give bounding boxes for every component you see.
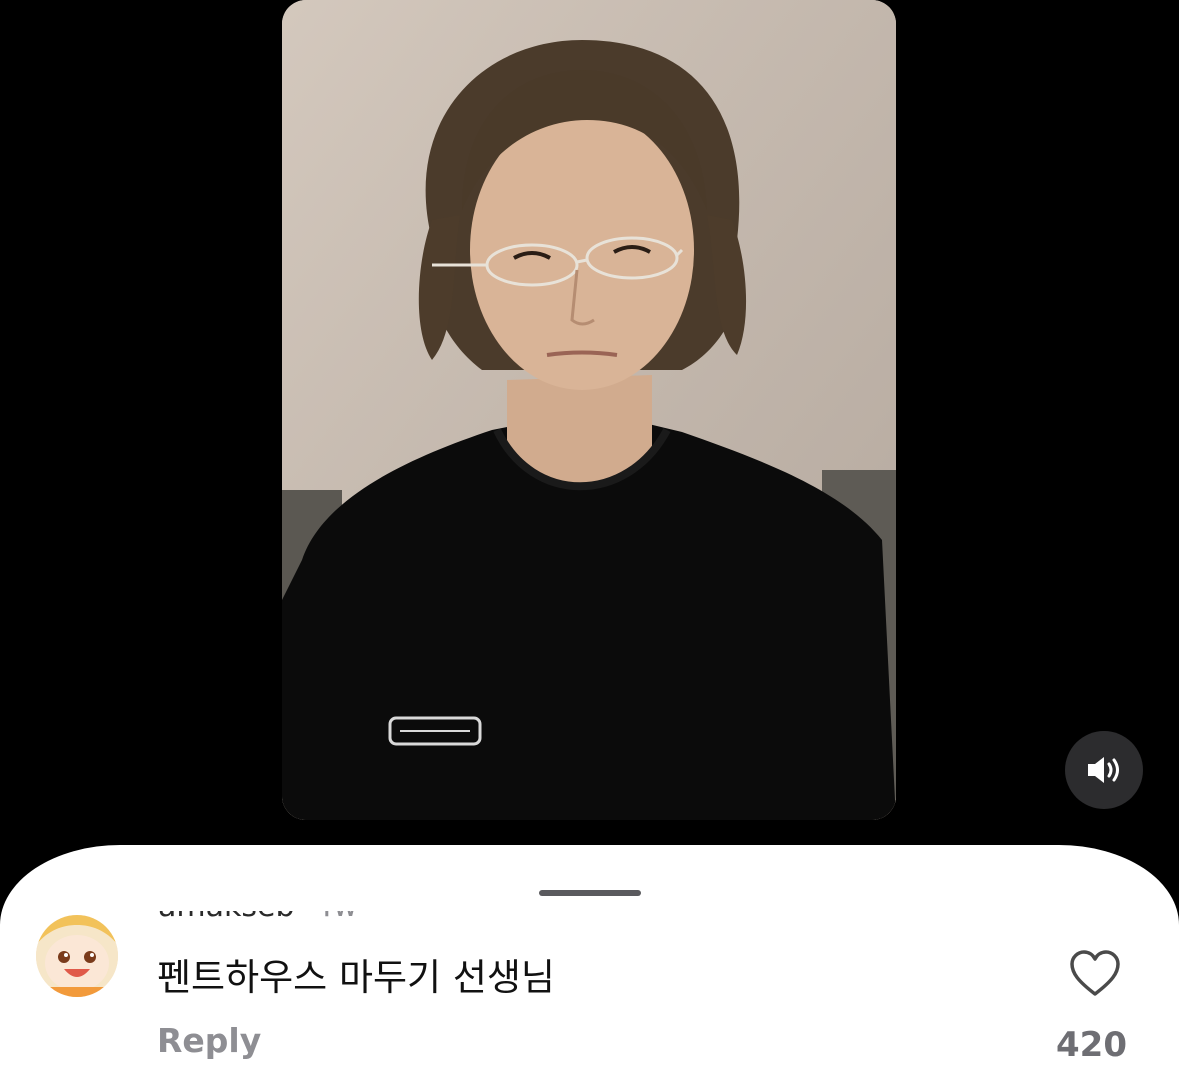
comment-meta: amakseb 4w: [158, 889, 358, 925]
heart-outline-icon: [1070, 950, 1120, 996]
sound-toggle-button[interactable]: [1065, 731, 1143, 809]
avatar[interactable]: [36, 915, 118, 997]
video-player[interactable]: [282, 0, 896, 820]
video-frame-image: [282, 0, 896, 820]
like-button[interactable]: [1068, 949, 1122, 999]
comment-username[interactable]: amakseb: [158, 911, 295, 924]
screen: amakseb 4w 펜트하우스 마두기 선생님 Reply 420: [0, 0, 1179, 1072]
comment-item: amakseb 4w 펜트하우스 마두기 선생님 Reply 420: [0, 845, 1179, 1072]
avatar-image: [36, 915, 118, 997]
reply-button[interactable]: Reply: [157, 1021, 261, 1060]
like-count: 420: [1056, 1025, 1127, 1065]
comments-sheet: amakseb 4w 펜트하우스 마두기 선생님 Reply 420: [0, 845, 1179, 1072]
speaker-wave-icon: [1088, 757, 1119, 783]
comment-timestamp: 4w: [314, 889, 358, 924]
comment-text: 펜트하우스 마두기 선생님: [157, 956, 555, 999]
